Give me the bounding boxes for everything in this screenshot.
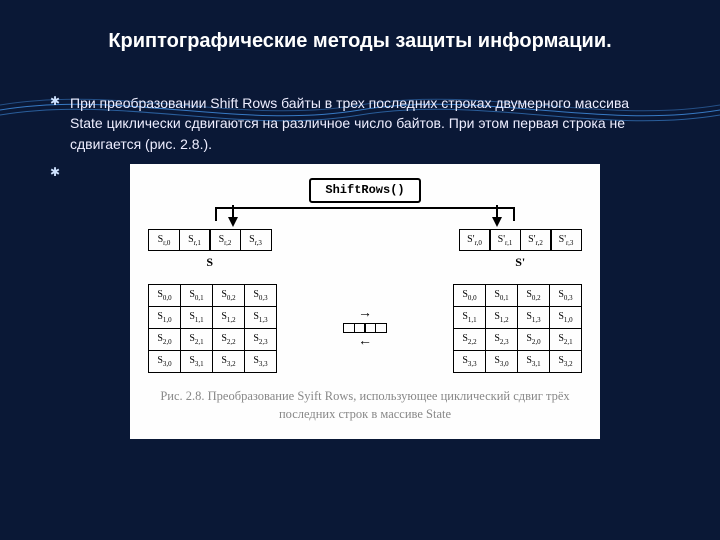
state-label-s: S xyxy=(206,254,213,271)
arrow-down-left xyxy=(228,217,238,227)
shiftrows-diagram: ShiftRows() Sr,0 Sr,1 Sr,2 Sr,3 xyxy=(130,164,600,439)
connector-line xyxy=(215,207,515,221)
state-label-sp: S' xyxy=(515,254,525,271)
cell: S'r,1 xyxy=(489,229,521,251)
figure-caption: Рис. 2.8. Преобразование Syift Rows, исп… xyxy=(148,387,582,423)
output-row-block: S'r,0 S'r,1 S'r,2 S'r,3 S' xyxy=(459,229,583,271)
arrow-left-icon: ← xyxy=(358,335,372,349)
cell: Sr,2 xyxy=(209,229,241,251)
cell: Sr,3 xyxy=(240,229,272,251)
cell: Sr,1 xyxy=(179,229,211,251)
output-matrix: S0,0S0,1S0,2S0,3 S1,1S1,2S1,3S1,0 S2,2S2… xyxy=(453,284,582,373)
input-matrix: S0,0S0,1S0,2S0,3 S1,0S1,1S1,2S1,3 S2,0S2… xyxy=(148,284,277,373)
shift-indicator: → ← xyxy=(343,307,387,349)
shiftrows-label-box: ShiftRows() xyxy=(309,178,420,203)
cell: Sr,0 xyxy=(148,229,180,251)
slide-title: Криптографические методы защиты информац… xyxy=(0,0,720,63)
arrow-down-right xyxy=(492,217,502,227)
cell: S'r,3 xyxy=(550,229,582,251)
bullet-diagram: ShiftRows() Sr,0 Sr,1 Sr,2 Sr,3 xyxy=(70,164,660,439)
cell: S'r,0 xyxy=(459,229,491,251)
cell: S'r,2 xyxy=(520,229,552,251)
bullet-description: При преобразовании Shift Rows байты в тр… xyxy=(70,93,660,154)
input-row-block: Sr,0 Sr,1 Sr,2 Sr,3 S xyxy=(148,229,272,271)
arrow-right-icon: → xyxy=(358,307,372,321)
